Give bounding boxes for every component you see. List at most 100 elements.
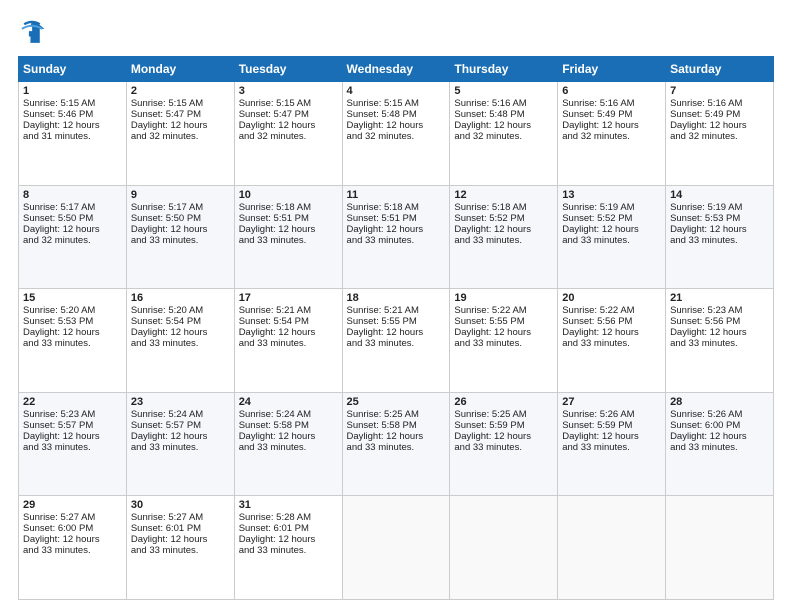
- weekday-header-wednesday: Wednesday: [342, 57, 450, 82]
- day-info: Sunrise: 5:17 AM: [23, 202, 122, 213]
- day-info: Sunset: 5:49 PM: [670, 109, 769, 120]
- day-number: 4: [347, 85, 446, 97]
- day-number: 18: [347, 292, 446, 304]
- calendar-cell: 11Sunrise: 5:18 AMSunset: 5:51 PMDayligh…: [342, 185, 450, 289]
- day-number: 15: [23, 292, 122, 304]
- day-info: and 32 minutes.: [23, 235, 122, 246]
- calendar-cell: 15Sunrise: 5:20 AMSunset: 5:53 PMDayligh…: [19, 289, 127, 393]
- day-info: Sunrise: 5:21 AM: [239, 305, 338, 316]
- day-number: 21: [670, 292, 769, 304]
- day-info: Sunset: 6:01 PM: [239, 523, 338, 534]
- day-info: and 33 minutes.: [239, 338, 338, 349]
- calendar-cell: 1Sunrise: 5:15 AMSunset: 5:46 PMDaylight…: [19, 82, 127, 186]
- day-info: and 33 minutes.: [131, 338, 230, 349]
- calendar-cell: 10Sunrise: 5:18 AMSunset: 5:51 PMDayligh…: [234, 185, 342, 289]
- day-info: and 33 minutes.: [670, 235, 769, 246]
- day-info: Daylight: 12 hours: [239, 120, 338, 131]
- calendar-cell: 6Sunrise: 5:16 AMSunset: 5:49 PMDaylight…: [558, 82, 666, 186]
- day-info: and 33 minutes.: [562, 338, 661, 349]
- weekday-header-saturday: Saturday: [666, 57, 774, 82]
- day-info: and 33 minutes.: [23, 338, 122, 349]
- day-number: 11: [347, 189, 446, 201]
- day-info: Daylight: 12 hours: [454, 120, 553, 131]
- day-info: Sunrise: 5:18 AM: [454, 202, 553, 213]
- day-number: 31: [239, 499, 338, 511]
- day-info: Sunrise: 5:15 AM: [239, 98, 338, 109]
- day-info: Sunrise: 5:26 AM: [562, 409, 661, 420]
- day-info: Daylight: 12 hours: [670, 327, 769, 338]
- day-info: Sunset: 5:55 PM: [347, 316, 446, 327]
- day-info: Sunset: 5:59 PM: [454, 420, 553, 431]
- day-info: and 33 minutes.: [454, 442, 553, 453]
- day-number: 5: [454, 85, 553, 97]
- day-info: Sunrise: 5:16 AM: [562, 98, 661, 109]
- day-info: Sunrise: 5:15 AM: [23, 98, 122, 109]
- header: [18, 18, 774, 46]
- day-info: Daylight: 12 hours: [562, 431, 661, 442]
- day-info: Sunrise: 5:27 AM: [23, 512, 122, 523]
- calendar-cell: [666, 496, 774, 600]
- day-info: and 33 minutes.: [23, 545, 122, 556]
- day-info: Sunrise: 5:15 AM: [131, 98, 230, 109]
- calendar-table: SundayMondayTuesdayWednesdayThursdayFrid…: [18, 56, 774, 600]
- day-info: and 33 minutes.: [23, 442, 122, 453]
- day-info: Daylight: 12 hours: [23, 224, 122, 235]
- day-info: Sunset: 5:51 PM: [347, 213, 446, 224]
- day-info: Sunrise: 5:22 AM: [454, 305, 553, 316]
- day-info: Sunrise: 5:20 AM: [131, 305, 230, 316]
- day-info: Sunset: 5:54 PM: [239, 316, 338, 327]
- day-number: 12: [454, 189, 553, 201]
- day-info: and 32 minutes.: [454, 131, 553, 142]
- day-info: and 32 minutes.: [562, 131, 661, 142]
- day-info: Sunrise: 5:24 AM: [239, 409, 338, 420]
- day-info: and 33 minutes.: [131, 235, 230, 246]
- calendar-cell: 25Sunrise: 5:25 AMSunset: 5:58 PMDayligh…: [342, 392, 450, 496]
- day-info: Sunset: 5:55 PM: [454, 316, 553, 327]
- day-info: Daylight: 12 hours: [131, 224, 230, 235]
- day-number: 3: [239, 85, 338, 97]
- calendar-cell: 18Sunrise: 5:21 AMSunset: 5:55 PMDayligh…: [342, 289, 450, 393]
- day-info: and 33 minutes.: [670, 442, 769, 453]
- day-info: Daylight: 12 hours: [23, 120, 122, 131]
- day-info: Daylight: 12 hours: [454, 431, 553, 442]
- calendar-cell: 4Sunrise: 5:15 AMSunset: 5:48 PMDaylight…: [342, 82, 450, 186]
- day-info: Daylight: 12 hours: [131, 431, 230, 442]
- day-info: and 32 minutes.: [670, 131, 769, 142]
- day-info: Sunset: 5:56 PM: [670, 316, 769, 327]
- day-info: Sunrise: 5:21 AM: [347, 305, 446, 316]
- weekday-header-row: SundayMondayTuesdayWednesdayThursdayFrid…: [19, 57, 774, 82]
- day-info: and 33 minutes.: [347, 235, 446, 246]
- day-info: Sunrise: 5:18 AM: [239, 202, 338, 213]
- calendar-cell: 23Sunrise: 5:24 AMSunset: 5:57 PMDayligh…: [126, 392, 234, 496]
- day-info: Daylight: 12 hours: [23, 327, 122, 338]
- day-info: Daylight: 12 hours: [23, 431, 122, 442]
- calendar-week-1: 1Sunrise: 5:15 AMSunset: 5:46 PMDaylight…: [19, 82, 774, 186]
- day-number: 29: [23, 499, 122, 511]
- calendar-cell: 29Sunrise: 5:27 AMSunset: 6:00 PMDayligh…: [19, 496, 127, 600]
- day-info: Sunset: 5:50 PM: [23, 213, 122, 224]
- day-info: and 33 minutes.: [239, 442, 338, 453]
- day-info: Daylight: 12 hours: [131, 327, 230, 338]
- day-info: and 33 minutes.: [562, 442, 661, 453]
- calendar-cell: 9Sunrise: 5:17 AMSunset: 5:50 PMDaylight…: [126, 185, 234, 289]
- day-info: Sunset: 5:50 PM: [131, 213, 230, 224]
- calendar-cell: [342, 496, 450, 600]
- calendar-cell: 24Sunrise: 5:24 AMSunset: 5:58 PMDayligh…: [234, 392, 342, 496]
- day-info: Daylight: 12 hours: [670, 120, 769, 131]
- day-info: Sunset: 6:00 PM: [23, 523, 122, 534]
- weekday-header-thursday: Thursday: [450, 57, 558, 82]
- day-number: 9: [131, 189, 230, 201]
- day-info: Daylight: 12 hours: [454, 327, 553, 338]
- calendar-cell: [558, 496, 666, 600]
- day-info: Sunrise: 5:16 AM: [670, 98, 769, 109]
- day-number: 22: [23, 396, 122, 408]
- calendar-cell: 19Sunrise: 5:22 AMSunset: 5:55 PMDayligh…: [450, 289, 558, 393]
- calendar-cell: 30Sunrise: 5:27 AMSunset: 6:01 PMDayligh…: [126, 496, 234, 600]
- day-info: Daylight: 12 hours: [670, 224, 769, 235]
- day-info: Sunset: 5:57 PM: [131, 420, 230, 431]
- weekday-header-tuesday: Tuesday: [234, 57, 342, 82]
- day-info: Daylight: 12 hours: [239, 224, 338, 235]
- weekday-header-sunday: Sunday: [19, 57, 127, 82]
- day-info: and 32 minutes.: [239, 131, 338, 142]
- page: SundayMondayTuesdayWednesdayThursdayFrid…: [0, 0, 792, 612]
